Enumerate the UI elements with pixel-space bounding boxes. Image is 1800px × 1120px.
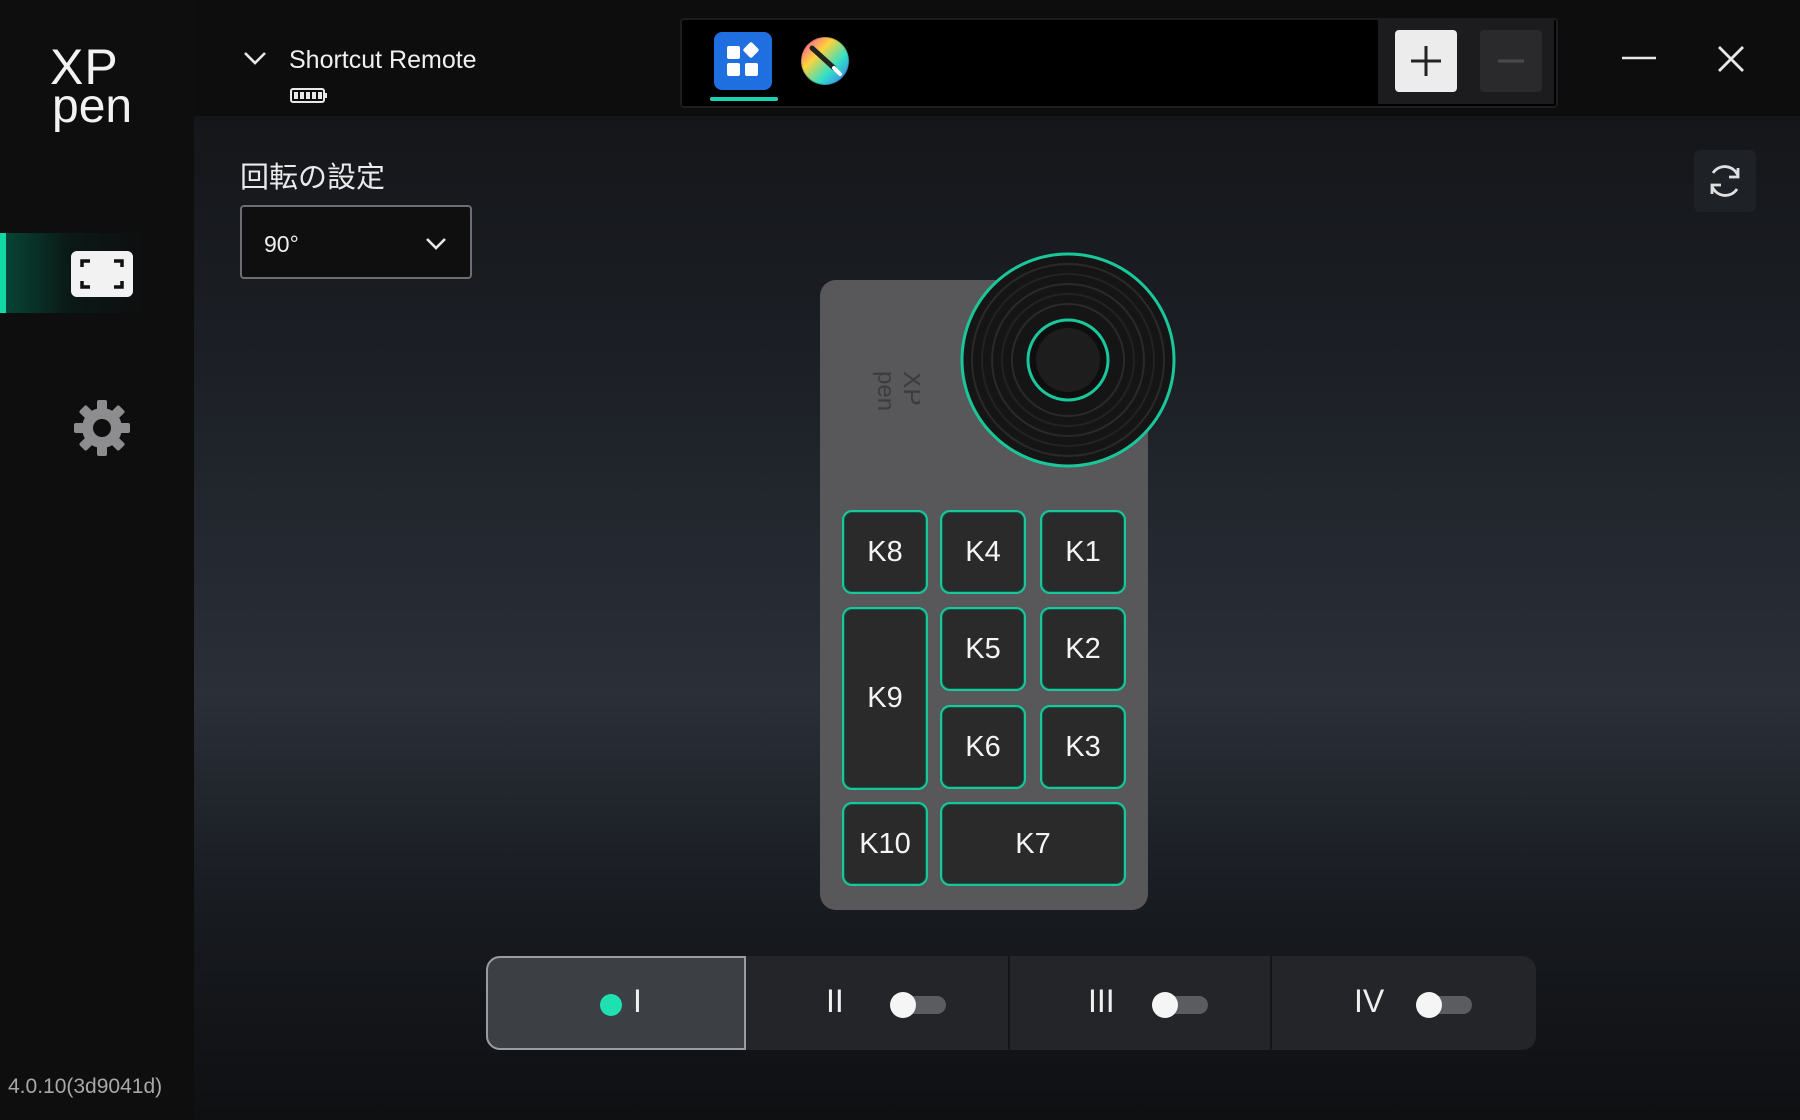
xppen-logo: XP pen [50,42,150,132]
key-k9[interactable]: K9 [842,607,928,790]
minus-icon [1498,59,1524,63]
active-profile-dot [600,994,622,1016]
reset-button[interactable] [1694,150,1756,212]
dial-wheel[interactable] [958,250,1178,470]
device-name[interactable]: Shortcut Remote [289,46,477,75]
logo-line2: pen [52,80,133,133]
key-k5[interactable]: K5 [940,607,1026,691]
window-close-icon[interactable] [1714,42,1748,76]
key-k4[interactable]: K4 [940,510,1026,594]
battery-icon [290,88,327,103]
rotation-setting-label: 回転の設定 [240,160,386,194]
key-k7[interactable]: K7 [940,802,1126,886]
rotation-value: 90° [264,231,299,257]
key-k3[interactable]: K3 [1040,705,1126,789]
window-minimize-icon[interactable] [1620,46,1658,66]
active-indicator [0,233,6,313]
divider [1008,956,1010,1050]
profile-toggle-2[interactable] [890,992,946,1018]
toggle-knob [890,992,916,1018]
color-wheel-icon[interactable] [798,34,852,88]
shortcut-keys-icon [727,42,759,76]
active-tab-underline [710,97,778,101]
chevron-down-icon [426,238,446,250]
key-k1[interactable]: K1 [1040,510,1126,594]
profile-label-4[interactable]: IV [1354,983,1384,1020]
app-version: 4.0.10(3d9041d) [8,1075,163,1098]
add-app-button[interactable] [1395,30,1457,92]
profile-label-1: I [633,983,642,1019]
profile-label-2[interactable]: II [826,983,844,1020]
profile-label-3[interactable]: III [1088,983,1115,1020]
plus-icon [1411,46,1441,76]
toggle-knob [1152,992,1178,1018]
key-k8[interactable]: K8 [842,510,928,594]
key-k10[interactable]: K10 [842,802,928,886]
toggle-knob [1416,992,1442,1018]
key-k2[interactable]: K2 [1040,607,1126,691]
sidebar: XP pen 4.0.10(3d9041d) [0,0,194,1120]
svg-text:pen: pen [872,371,899,411]
device-dropdown-chevron-icon[interactable] [242,48,268,68]
device-frame-icon[interactable] [70,250,134,298]
remove-app-button[interactable] [1480,30,1542,92]
profile-toggle-3[interactable] [1152,992,1208,1018]
key-k6[interactable]: K6 [940,705,1026,789]
refresh-icon [1710,165,1740,197]
divider [1270,956,1272,1050]
tab-shortcut-keys[interactable] [714,32,772,90]
svg-text:XP: XP [898,371,920,406]
device-logo-icon: XP pen [872,371,920,411]
gear-icon[interactable] [70,396,134,460]
rotation-select[interactable]: 90° [240,205,472,279]
profile-toggle-4[interactable] [1416,992,1472,1018]
